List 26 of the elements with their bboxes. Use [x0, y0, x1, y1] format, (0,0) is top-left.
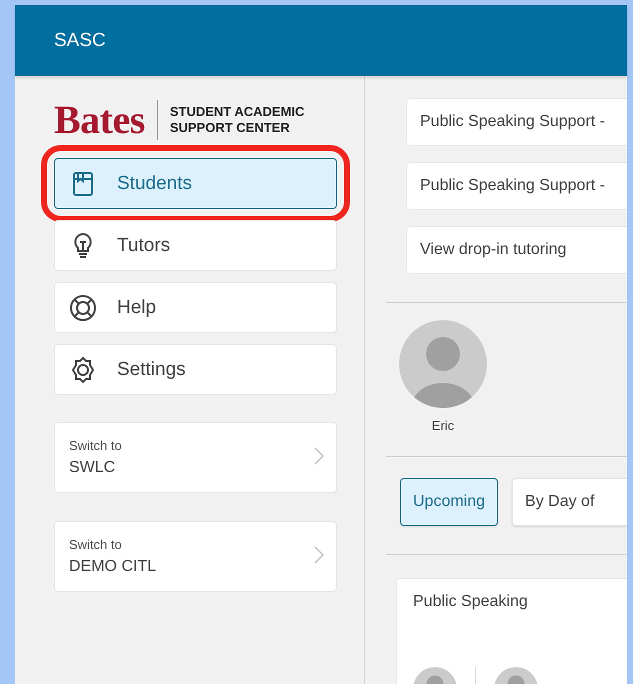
switch-caption: Switch to	[69, 438, 123, 453]
bates-logo: Bates	[54, 96, 145, 143]
group-title: Public Speaking	[413, 593, 529, 611]
service-link[interactable]: Public Speaking Support -	[406, 162, 627, 210]
view-tab[interactable]: Upcoming	[400, 478, 498, 526]
nav-item[interactable]: Students	[54, 158, 337, 209]
nav-item[interactable]: Settings	[54, 344, 337, 395]
logo-tagline: STUDENT ACADEMIC SUPPORT CENTER	[170, 104, 304, 136]
switch-card[interactable]: Switch to DEMO CITL	[54, 521, 337, 592]
lightbulb-icon	[72, 232, 94, 260]
book-icon	[72, 170, 94, 196]
nav-item[interactable]: Help	[54, 282, 337, 333]
chevron-right-icon	[314, 447, 324, 465]
settings-icon	[69, 356, 97, 384]
service-link[interactable]: Public Speaking Support -	[406, 98, 627, 146]
switch-target: SWLC	[69, 459, 116, 477]
switch-caption: Switch to	[69, 537, 123, 552]
app-title: SASC	[54, 30, 106, 52]
service-link[interactable]: View drop-in tutoring	[406, 226, 627, 274]
switch-card[interactable]: Switch to SWLC	[54, 422, 337, 493]
chevron-right-icon	[314, 546, 324, 564]
profile-name: Eric	[432, 418, 454, 433]
nav-item[interactable]: Tutors	[54, 220, 337, 271]
view-tab[interactable]: By Day of	[512, 478, 627, 526]
switch-target: DEMO CITL	[69, 558, 158, 576]
lifebuoy-icon	[69, 294, 97, 322]
